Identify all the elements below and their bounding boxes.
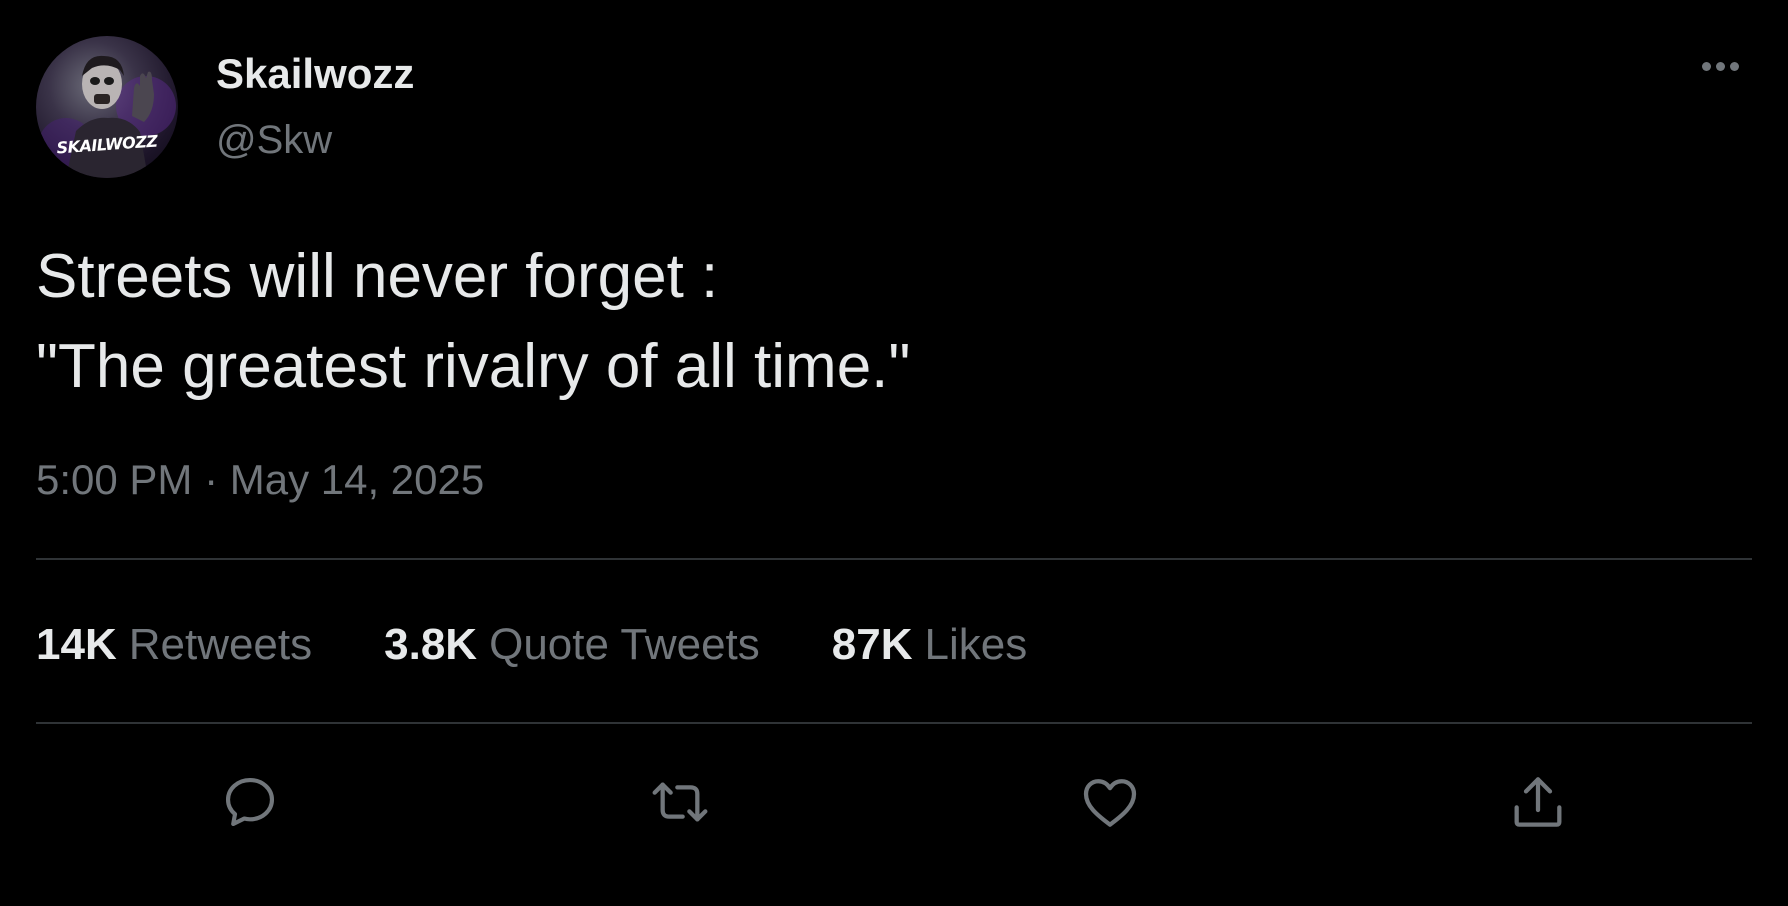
- like-button[interactable]: [1076, 768, 1144, 836]
- more-dot-icon: [1701, 61, 1711, 71]
- likes-label: Likes: [924, 620, 1028, 669]
- reply-icon: [225, 777, 275, 827]
- more-dot-icon: [1715, 61, 1725, 71]
- quote-tweets-stat[interactable]: 3.8K Quote Tweets: [384, 620, 760, 670]
- more-dot-icon: [1729, 61, 1739, 71]
- tweet-text: Streets will never forget : "The greates…: [36, 232, 1736, 412]
- tweet-detail: SKAILWOZZ Skailwozz @Skw Streets will ne…: [0, 0, 1788, 906]
- divider: [36, 558, 1752, 560]
- likes-stat[interactable]: 87K Likes: [832, 620, 1027, 670]
- tweet-timestamp[interactable]: 5:00 PM · May 14, 2025: [36, 456, 484, 504]
- like-icon: [1083, 779, 1137, 827]
- quote-tweets-count: 3.8K: [384, 620, 478, 669]
- retweet-button[interactable]: [646, 768, 714, 836]
- retweet-icon: [652, 782, 708, 822]
- retweets-count: 14K: [36, 620, 117, 669]
- share-icon: [1514, 777, 1562, 827]
- user-handle[interactable]: @Skw: [216, 118, 332, 163]
- reply-button[interactable]: [216, 768, 284, 836]
- display-name[interactable]: Skailwozz: [216, 50, 414, 98]
- tweet-text-line: Streets will never forget :: [36, 242, 719, 311]
- avatar[interactable]: SKAILWOZZ: [36, 36, 178, 178]
- divider: [36, 722, 1752, 724]
- more-options-button[interactable]: [1690, 48, 1750, 84]
- share-button[interactable]: [1504, 768, 1572, 836]
- tweet-text-line: "The greatest rivalry of all time.": [36, 332, 911, 401]
- likes-count: 87K: [831, 620, 913, 669]
- retweets-label: Retweets: [128, 620, 313, 669]
- engagement-stats: 14K Retweets 3.8K Quote Tweets 87K Likes: [36, 620, 1099, 670]
- retweets-stat[interactable]: 14K Retweets: [36, 620, 312, 670]
- quote-tweets-label: Quote Tweets: [489, 620, 760, 669]
